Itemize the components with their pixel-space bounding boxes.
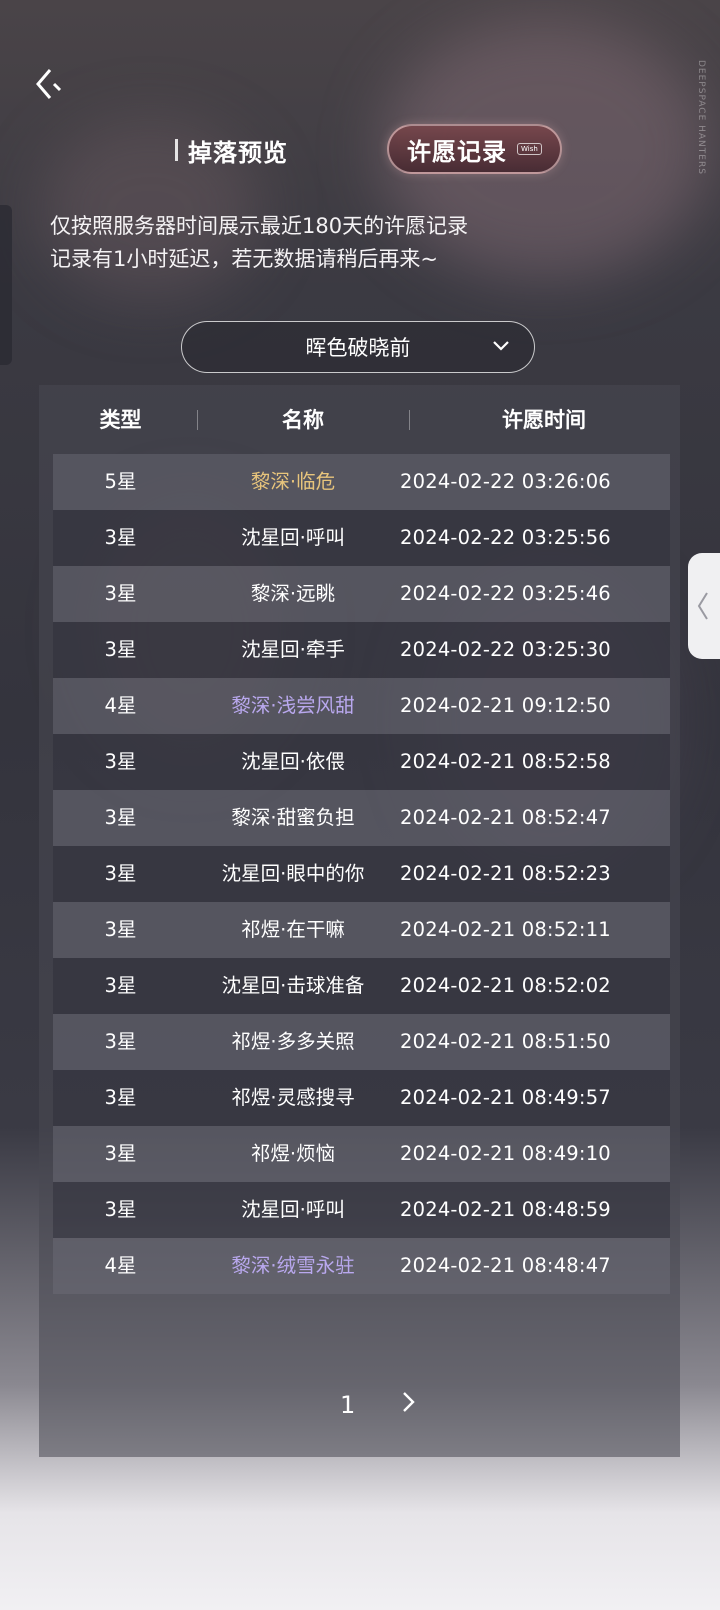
- row-name: 沈星回·击球准备: [221, 974, 365, 997]
- pool-select[interactable]: 晖色破晓前: [181, 321, 535, 373]
- row-name: 黎深·甜蜜负担: [231, 806, 355, 829]
- row-time: 2024-02-21 08:52:23: [400, 862, 611, 885]
- table-row: 4星 黎深·浅尝风甜 2024-02-21 09:12:50: [53, 678, 670, 734]
- table-row: 3星 黎深·远眺 2024-02-22 03:25:46: [53, 566, 670, 622]
- pool-select-value: 晖色破晓前: [305, 336, 411, 360]
- table-header: 类型 名称 许愿时间: [39, 400, 680, 440]
- tab-drop-preview[interactable]: 掉落预览: [175, 132, 288, 168]
- side-drawer-handle[interactable]: [688, 553, 720, 659]
- tab-drop-preview-label: 掉落预览: [188, 138, 288, 167]
- header-name: 名称: [282, 408, 324, 432]
- table-row: 3星 沈星回·击球准备 2024-02-21 08:52:02: [53, 958, 670, 1014]
- tab-wish-record[interactable]: 许愿记录 Wish: [387, 124, 562, 174]
- tab-divider: [175, 139, 178, 161]
- header-divider: [197, 410, 198, 430]
- row-time: 2024-02-21 08:49:57: [400, 1086, 611, 1109]
- row-name: 祁煜·烦恼: [250, 1142, 336, 1165]
- back-chevron-icon: [36, 69, 62, 99]
- row-time: 2024-02-21 09:12:50: [400, 694, 611, 717]
- header-time: 许愿时间: [502, 408, 586, 432]
- table-row: 3星 沈星回·牵手 2024-02-22 03:25:30: [53, 622, 670, 678]
- row-time: 2024-02-21 08:48:59: [400, 1198, 611, 1221]
- header-type: 类型: [99, 408, 142, 432]
- row-time: 2024-02-21 08:49:10: [400, 1142, 611, 1165]
- row-name: 祁煜·多多关照: [231, 1030, 355, 1053]
- row-type: 5星: [104, 470, 137, 493]
- left-edge-tab: [0, 205, 12, 365]
- table-row: 3星 黎深·甜蜜负担 2024-02-21 08:52:47: [53, 790, 670, 846]
- row-name: 黎深·临危: [250, 470, 336, 493]
- row-type: 3星: [104, 974, 137, 997]
- chevron-right-icon: [403, 1392, 415, 1412]
- brand-watermark: DEEPSPACE HANTERS: [696, 60, 706, 175]
- row-name: 黎深·浅尝风甜: [231, 694, 355, 717]
- row-name: 祁煜·在干嘛: [241, 918, 345, 941]
- table-row: 3星 沈星回·眼中的你 2024-02-21 08:52:23: [53, 846, 670, 902]
- back-button[interactable]: [30, 64, 66, 104]
- row-type: 3星: [104, 638, 137, 661]
- wish-tag-badge: Wish: [517, 143, 542, 155]
- row-type: 3星: [104, 1198, 137, 1221]
- row-name: 沈星回·眼中的你: [221, 862, 365, 885]
- row-type: 4星: [104, 694, 137, 717]
- pagination: 1: [340, 1385, 417, 1425]
- notice-line-1: 仅按照服务器时间展示最近180天的许愿记录: [50, 214, 469, 238]
- row-name: 沈星回·呼叫: [241, 526, 345, 549]
- table-row: 3星 沈星回·呼叫 2024-02-22 03:25:56: [53, 510, 670, 566]
- row-type: 3星: [104, 1142, 137, 1165]
- notice-text: 仅按照服务器时间展示最近180天的许愿记录 记录有1小时延迟，若无数据请稍后再来…: [50, 210, 468, 276]
- table-row: 3星 祁煜·烦恼 2024-02-21 08:49:10: [53, 1126, 670, 1182]
- row-name: 黎深·绒雪永驻: [231, 1254, 355, 1277]
- row-type: 3星: [104, 806, 137, 829]
- table-row: 4星 黎深·绒雪永驻 2024-02-21 08:48:47: [53, 1238, 670, 1294]
- row-time: 2024-02-21 08:52:02: [400, 974, 611, 997]
- row-name: 沈星回·依偎: [241, 750, 345, 773]
- next-page-button[interactable]: [399, 1390, 417, 1420]
- row-time: 2024-02-21 08:52:58: [400, 750, 611, 773]
- tab-wish-record-label: 许愿记录: [407, 137, 507, 166]
- row-time: 2024-02-22 03:25:30: [400, 638, 611, 661]
- table-row: 3星 祁煜·多多关照 2024-02-21 08:51:50: [53, 1014, 670, 1070]
- table-row: 3星 祁煜·灵感搜寻 2024-02-21 08:49:57: [53, 1070, 670, 1126]
- notice-line-2: 记录有1小时延迟，若无数据请稍后再来~: [50, 247, 438, 271]
- row-name: 沈星回·牵手: [241, 638, 345, 661]
- row-type: 3星: [104, 750, 137, 773]
- row-time: 2024-02-21 08:48:47: [400, 1254, 611, 1277]
- chevron-down-icon: [493, 341, 509, 351]
- table-row: 3星 沈星回·呼叫 2024-02-21 08:48:59: [53, 1182, 670, 1238]
- row-time: 2024-02-22 03:25:46: [400, 582, 611, 605]
- row-time: 2024-02-21 08:52:11: [400, 918, 611, 941]
- table-row: 3星 祁煜·在干嘛 2024-02-21 08:52:11: [53, 902, 670, 958]
- chevron-left-icon: [697, 592, 708, 620]
- table-row: 5星 黎深·临危 2024-02-22 03:26:06: [53, 454, 670, 510]
- row-time: 2024-02-22 03:26:06: [400, 470, 611, 493]
- row-time: 2024-02-22 03:25:56: [400, 526, 611, 549]
- row-type: 3星: [104, 1086, 137, 1109]
- row-type: 3星: [104, 526, 137, 549]
- row-time: 2024-02-21 08:52:47: [400, 806, 611, 829]
- row-type: 3星: [104, 1030, 137, 1053]
- row-type: 3星: [104, 582, 137, 605]
- header-divider: [409, 410, 410, 430]
- row-type: 3星: [104, 918, 137, 941]
- row-type: 3星: [104, 862, 137, 885]
- row-name: 黎深·远眺: [250, 582, 336, 605]
- row-name: 沈星回·呼叫: [241, 1198, 345, 1221]
- row-name: 祁煜·灵感搜寻: [231, 1086, 355, 1109]
- page-number-current[interactable]: 1: [340, 1391, 355, 1419]
- table-row: 3星 沈星回·依偎 2024-02-21 08:52:58: [53, 734, 670, 790]
- row-time: 2024-02-21 08:51:50: [400, 1030, 611, 1053]
- records-table-body: 5星 黎深·临危 2024-02-22 03:26:06 3星 沈星回·呼叫 2024-0…: [53, 454, 670, 1294]
- row-type: 4星: [104, 1254, 137, 1277]
